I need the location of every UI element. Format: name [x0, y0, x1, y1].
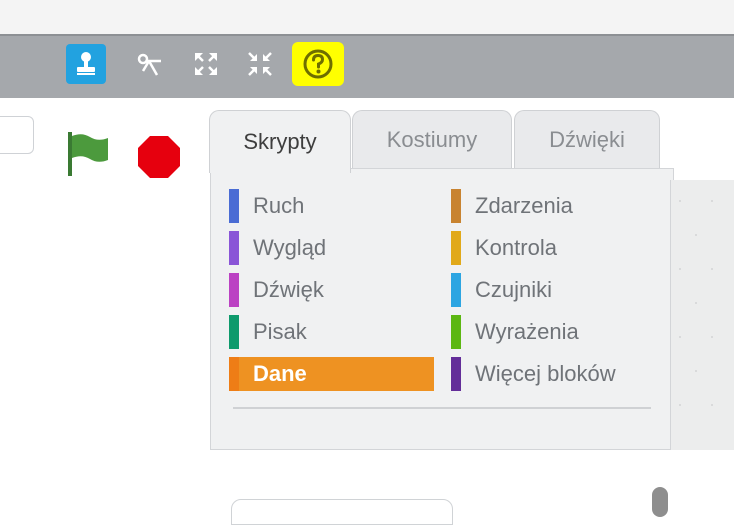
category-color-swatch [229, 357, 239, 391]
category-color-swatch [451, 273, 461, 307]
grid-dot [695, 370, 697, 372]
category-label: Pisak [253, 319, 307, 344]
help-icon [303, 49, 333, 79]
category-looks[interactable]: Wygląd [229, 231, 326, 265]
project-title-field[interactable] [0, 116, 34, 154]
category-motion[interactable]: Ruch [229, 189, 304, 223]
grow-icon [195, 53, 217, 75]
grid-dot [711, 200, 713, 202]
category-color-swatch [451, 315, 461, 349]
category-operators[interactable]: Wyrażenia [451, 315, 579, 349]
category-data[interactable]: Dane [229, 357, 434, 391]
grid-dot [679, 268, 681, 270]
grid-dot [711, 404, 713, 406]
category-label: Więcej bloków [475, 361, 616, 386]
help-tool-button[interactable] [292, 42, 344, 86]
category-more-blocks[interactable]: Więcej bloków [451, 357, 616, 391]
editor-pane: Skrypty Kostiumy Dźwięki Ruch Wygląd Dźw… [205, 98, 734, 525]
category-color-swatch [229, 189, 239, 223]
category-label: Wygląd [253, 235, 327, 260]
category-color-swatch [451, 357, 461, 391]
green-flag-icon [68, 132, 108, 176]
category-color-swatch [229, 231, 239, 265]
editor-tabs: Skrypty Kostiumy Dźwięki [205, 110, 734, 173]
grid-dot [679, 200, 681, 202]
grid-dot [695, 234, 697, 236]
stamp-tool-button[interactable] [66, 44, 106, 84]
category-pen[interactable]: Pisak [229, 315, 307, 349]
palette-scrollbar[interactable] [652, 487, 668, 517]
shrink-icon [248, 52, 272, 76]
grid-dot [711, 336, 713, 338]
category-color-swatch [451, 231, 461, 265]
cut-tool-button[interactable] [130, 44, 170, 84]
category-label: Ruch [253, 193, 305, 218]
sprite-toolbar [0, 34, 734, 100]
category-color-swatch [229, 315, 239, 349]
category-label: Czujniki [475, 277, 553, 302]
tab-label: Dźwięki [549, 127, 625, 152]
make-variable-button[interactable] [231, 499, 453, 525]
stop-icon [138, 136, 180, 178]
category-label: Dźwięk [253, 277, 324, 302]
stamp-icon [77, 52, 95, 75]
palette-divider [233, 407, 651, 409]
window-top-strip [0, 0, 734, 34]
category-control[interactable]: Kontrola [451, 231, 557, 265]
grid-dot [679, 404, 681, 406]
block-palette: Ruch Wygląd Dźwięk Pisak Dane Zdarzenia … [210, 168, 674, 525]
category-sound[interactable]: Dźwięk [229, 273, 324, 307]
grid-dot [695, 302, 697, 304]
tab-label: Kostiumy [386, 127, 478, 152]
stop-button[interactable] [136, 134, 182, 185]
tab-scripts[interactable]: Skrypty [209, 110, 351, 173]
category-color-swatch [229, 273, 239, 307]
grid-dot [679, 336, 681, 338]
shrink-tool-button[interactable] [240, 44, 280, 84]
category-label: Kontrola [475, 235, 557, 260]
scripts-area[interactable] [670, 180, 734, 450]
category-label: Wyrażenia [475, 319, 579, 344]
category-label: Zdarzenia [475, 193, 573, 218]
tab-costumes[interactable]: Kostiumy [352, 110, 512, 169]
category-color-swatch [451, 189, 461, 223]
grow-tool-button[interactable] [186, 44, 226, 84]
category-sensing[interactable]: Czujniki [451, 273, 552, 307]
grid-dot [711, 268, 713, 270]
category-label: Dane [253, 361, 307, 386]
scissors-icon [137, 53, 161, 76]
green-flag-button[interactable] [64, 130, 112, 183]
tab-label: Skrypty [243, 129, 317, 154]
stage-header [0, 98, 205, 441]
tab-sounds[interactable]: Dźwięki [514, 110, 660, 169]
category-events[interactable]: Zdarzenia [451, 189, 573, 223]
